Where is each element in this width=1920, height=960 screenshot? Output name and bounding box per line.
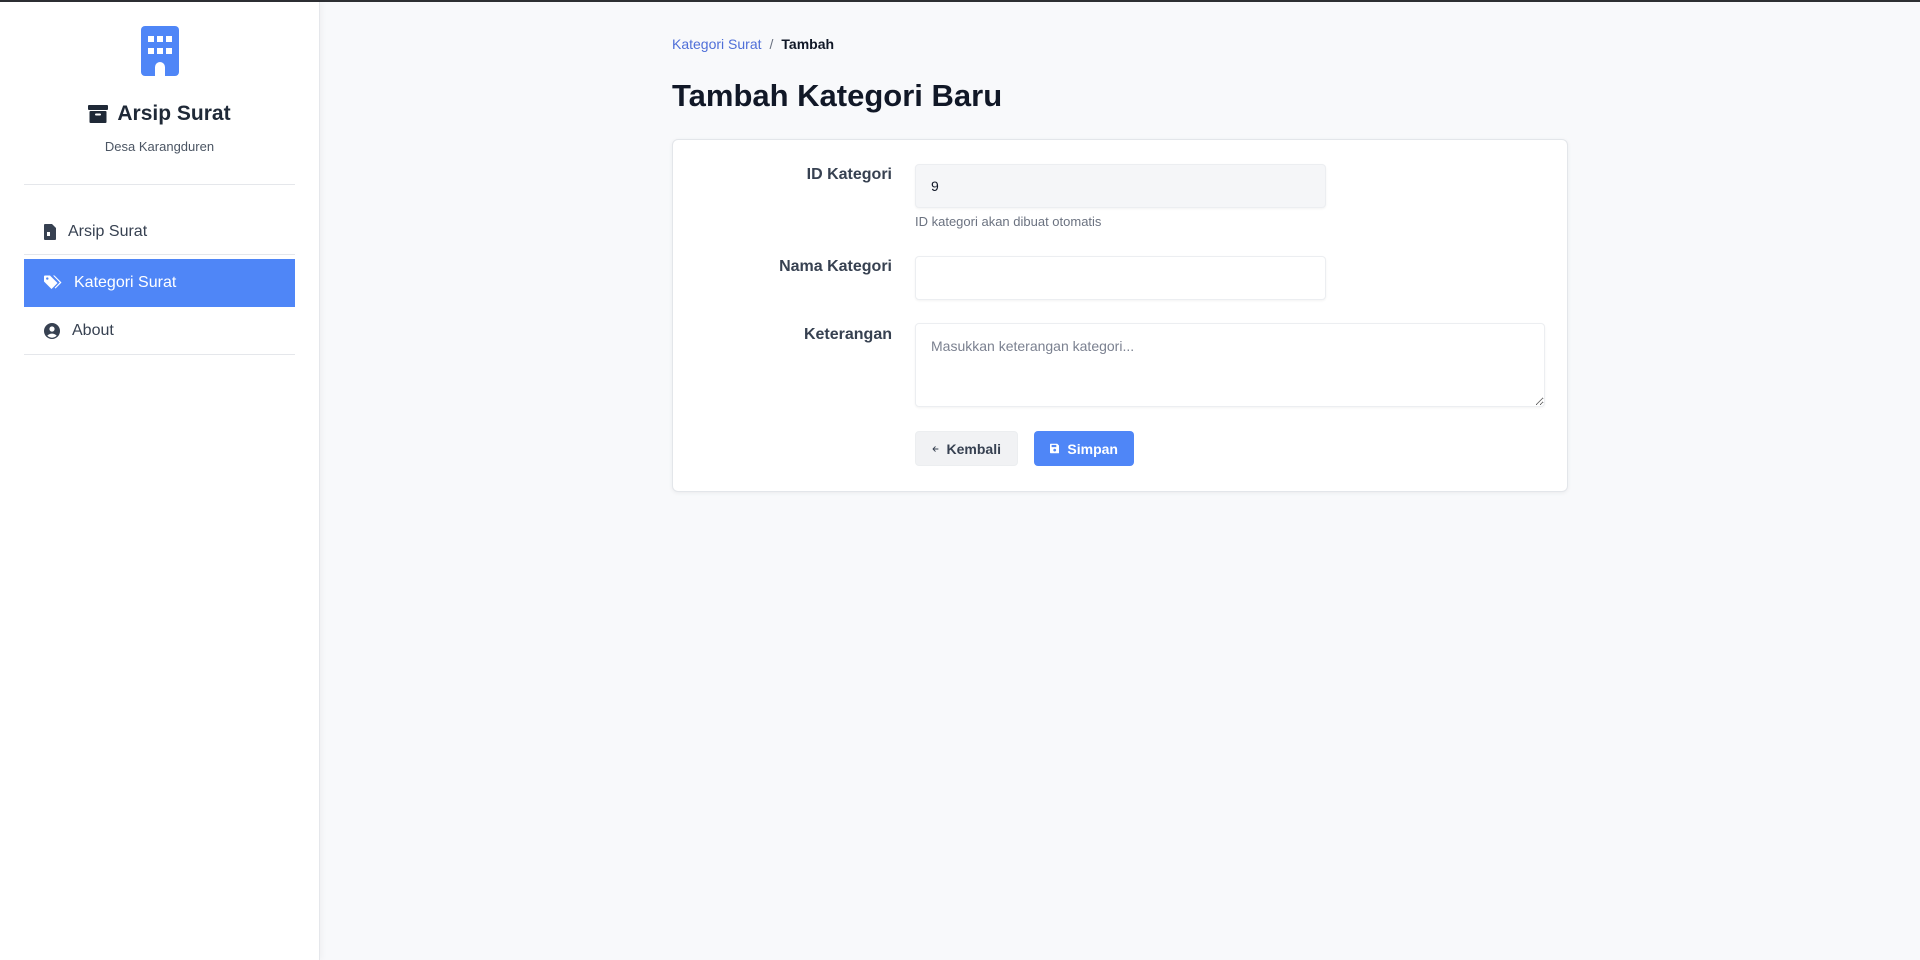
breadcrumb-current: Tambah (781, 36, 835, 52)
sidebar-item-kategori-surat[interactable]: Kategori Surat (24, 259, 295, 307)
sidebar-item-about[interactable]: About (24, 307, 295, 355)
tags-icon (44, 275, 62, 289)
breadcrumb-link-kategori-surat[interactable]: Kategori Surat (672, 36, 762, 52)
app-title: Arsip Surat (0, 102, 319, 126)
save-button-label: Simpan (1067, 440, 1118, 457)
archive-box-icon (88, 105, 109, 123)
keterangan-textarea[interactable] (915, 323, 1545, 407)
id-kategori-help: ID kategori akan dibuat otomatis (915, 214, 1102, 229)
sidebar-item-arsip-surat[interactable]: Arsip Surat (24, 209, 295, 255)
id-kategori-label: ID Kategori (806, 166, 892, 183)
sidebar-item-label: Arsip Surat (68, 222, 148, 240)
page-title: Tambah Kategori Baru (672, 78, 1003, 113)
sidebar-nav: Arsip Surat Kategori Surat About (24, 209, 295, 355)
floppy-disk-icon (1050, 443, 1060, 454)
keterangan-label: Keterangan (803, 326, 892, 343)
breadcrumb-separator: / (769, 36, 774, 52)
id-kategori-field[interactable] (915, 164, 1326, 208)
save-button[interactable]: Simpan (1034, 431, 1134, 466)
arrow-left-icon (932, 445, 939, 452)
nama-kategori-input[interactable] (915, 256, 1326, 300)
sidebar-divider (24, 184, 295, 185)
sidebar-item-label: Kategori Surat (74, 273, 177, 291)
nama-kategori-label: Nama Kategori (779, 258, 892, 275)
app-subtitle: Desa Karangduren (104, 139, 215, 154)
app-title-text: Arsip Surat (117, 102, 231, 125)
user-circle-icon (44, 322, 60, 339)
brand: Arsip Surat Desa Karangduren (0, 2, 319, 154)
form-card: ID Kategori ID kategori akan dibuat otom… (672, 139, 1568, 492)
building-icon (140, 26, 179, 76)
back-button[interactable]: Kembali (915, 431, 1018, 466)
breadcrumb: Kategori Surat / Tambah (672, 36, 834, 52)
file-icon (44, 223, 56, 240)
sidebar: Arsip Surat Desa Karangduren Arsip Surat… (0, 2, 320, 960)
back-button-label: Kembali (946, 440, 1001, 457)
sidebar-item-label: About (72, 321, 114, 339)
